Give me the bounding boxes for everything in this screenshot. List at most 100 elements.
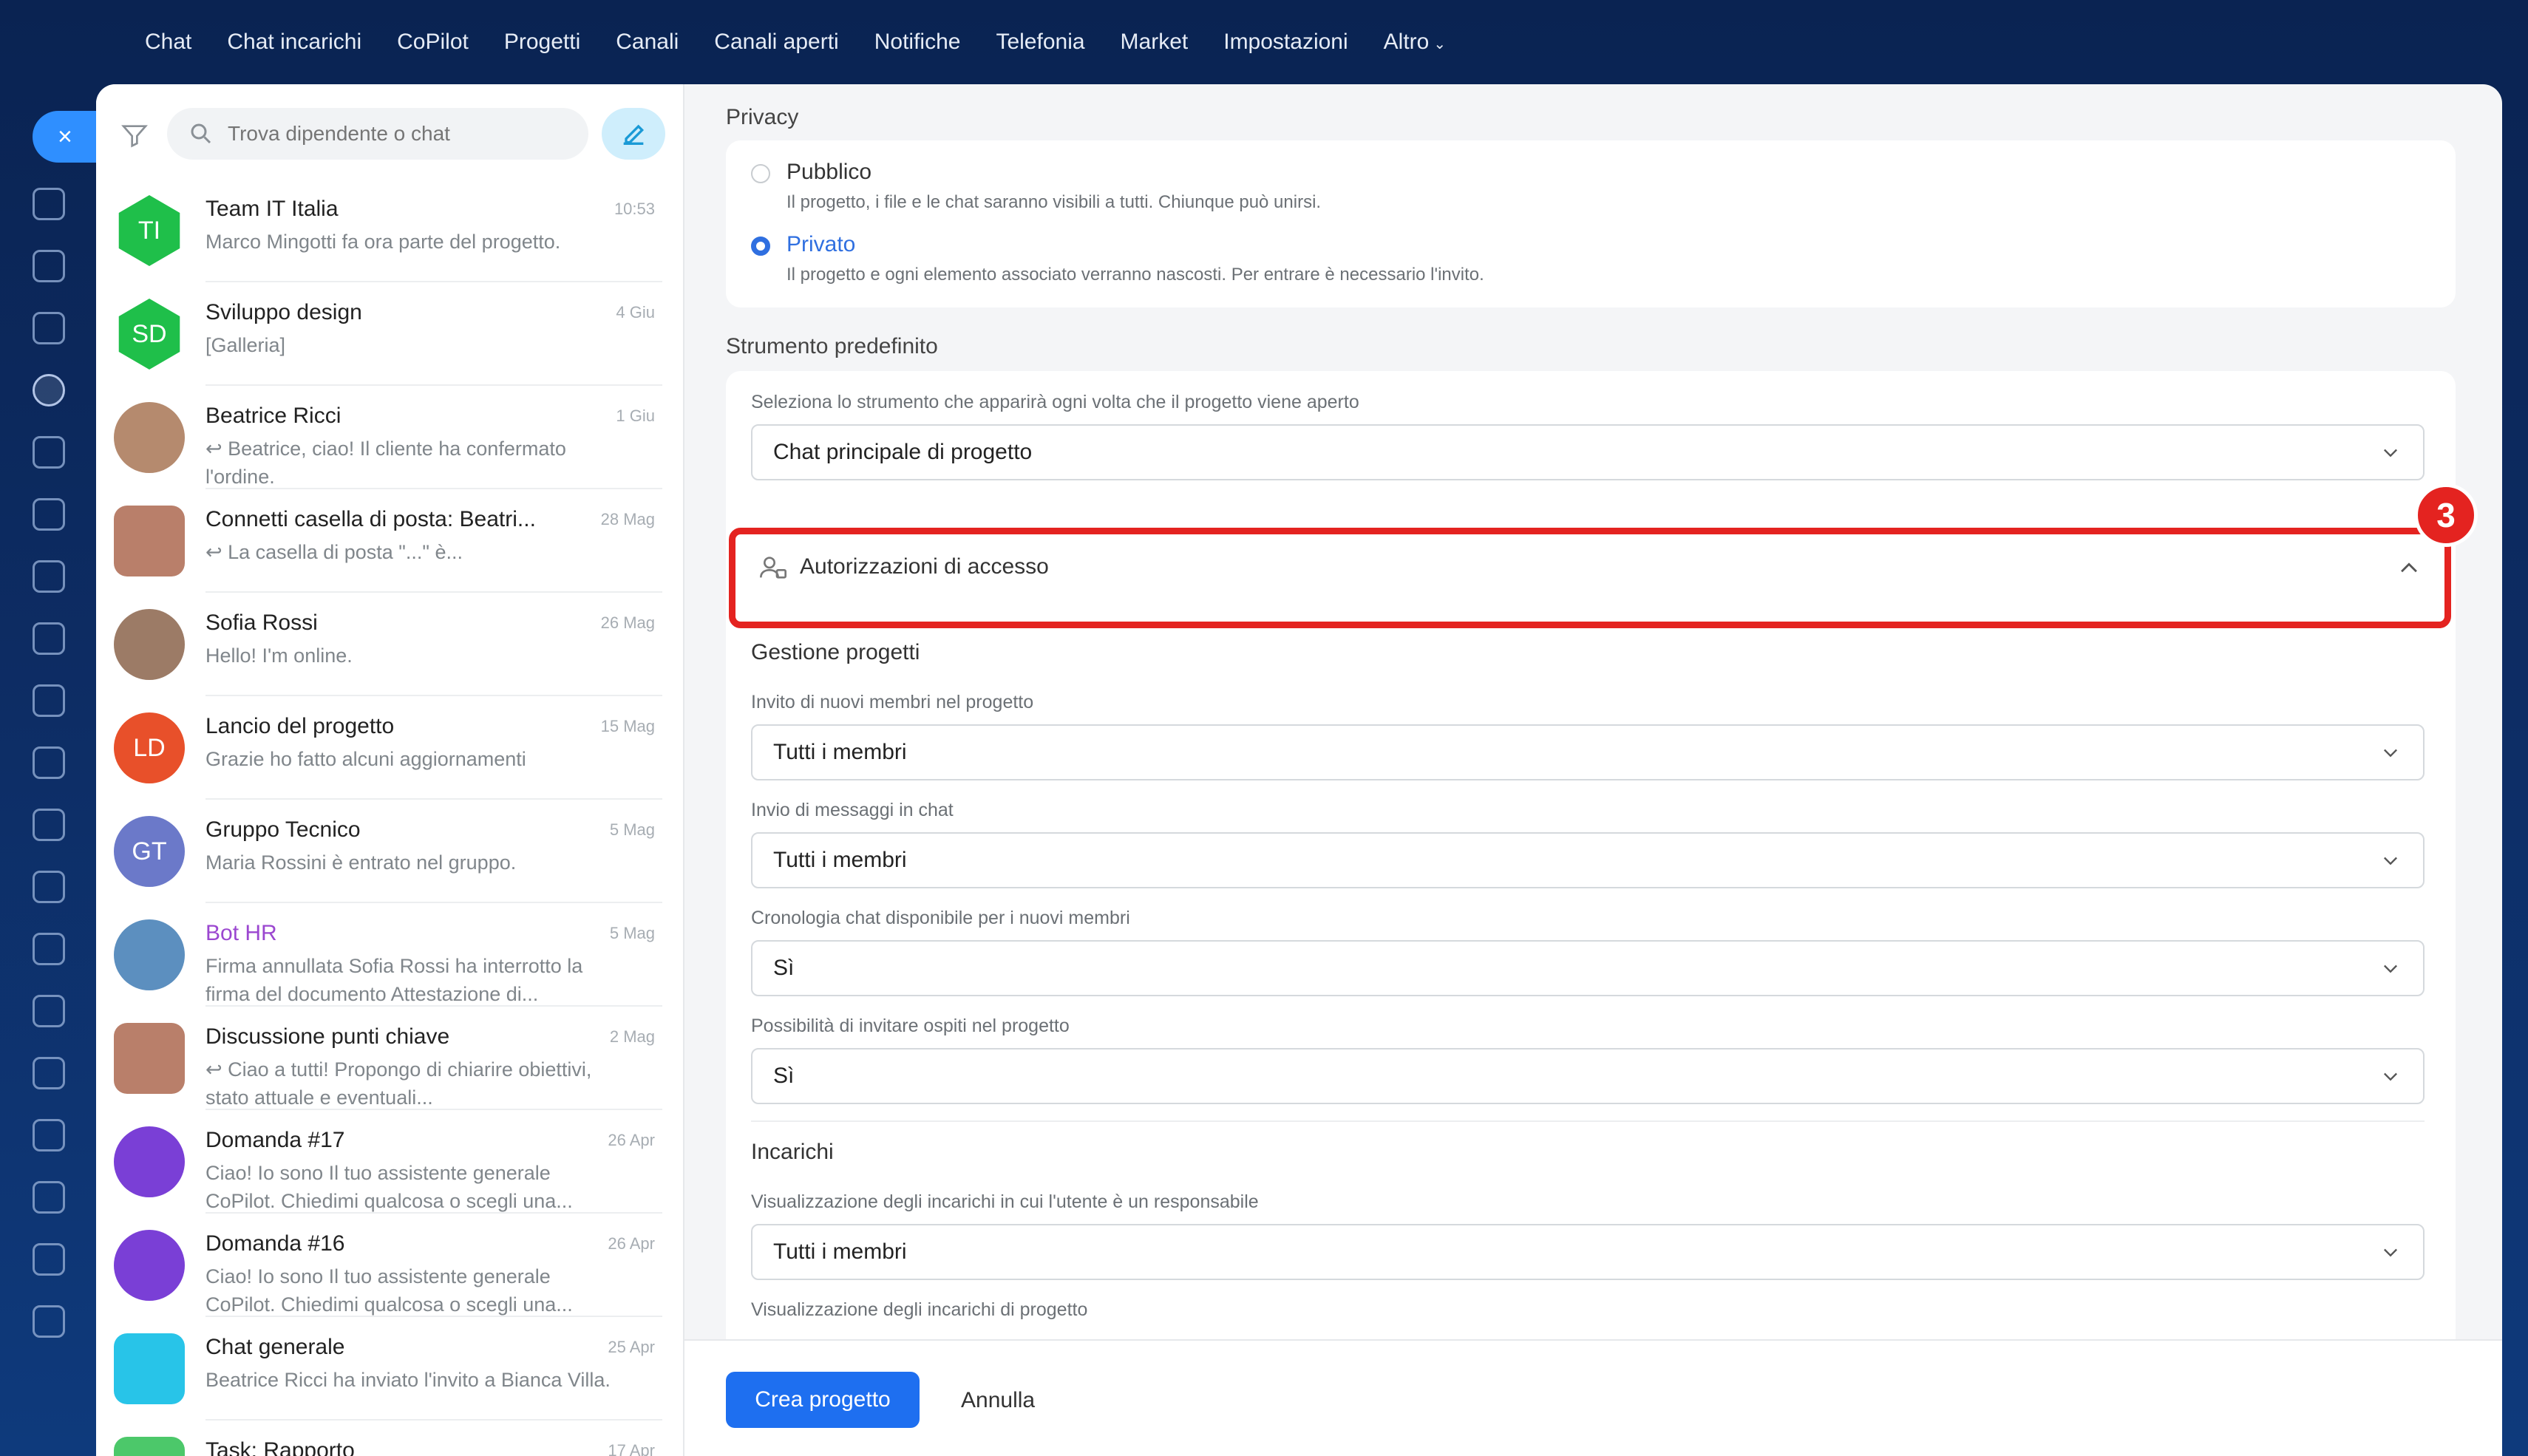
chat-time: 5 Mag	[609, 924, 655, 942]
history-select[interactable]: Sì	[751, 940, 2425, 996]
filter-icon[interactable]	[120, 121, 149, 151]
chat-list-item[interactable]: SD Sviluppo design 4 Giu [Galleria]	[96, 282, 684, 386]
chat-time: 26 Apr	[608, 1131, 655, 1149]
chat-list-item[interactable]: Task: Rapporto 17 Apr	[96, 1421, 684, 1456]
tasks-resp-label: Visualizzazione degli incarichi in cui l…	[751, 1191, 1259, 1212]
avatar	[114, 1126, 185, 1197]
nav-telefonia[interactable]: Telefonia	[996, 30, 1084, 55]
knowledge-icon[interactable]	[33, 1057, 65, 1089]
cancel-button[interactable]: Annulla	[961, 1388, 1035, 1413]
section-divider	[751, 1120, 2425, 1122]
feed-icon[interactable]	[33, 436, 65, 469]
search-row	[96, 84, 684, 179]
chat-preview: Marco Mingotti fa ora parte del progetto…	[205, 231, 561, 253]
chat-preview: Maria Rossini è entrato nel gruppo.	[205, 851, 517, 874]
privacy-title: Privacy	[726, 105, 799, 129]
top-navigation: Chat Chat incarichi CoPilot Progetti Can…	[0, 0, 2528, 84]
invite-label: Invito di nuovi membri nel progetto	[751, 692, 1034, 712]
copilot-icon[interactable]	[33, 312, 65, 344]
radio-public-label: Pubblico	[786, 160, 872, 184]
messages-label: Invio di messaggi in chat	[751, 800, 954, 820]
chat-list-item[interactable]: GT Gruppo Tecnico 5 Mag Maria Rossini è ent…	[96, 800, 684, 903]
chat-list-item[interactable]: Bot HR 5 Mag Firma annullata Sofia Rossi h…	[96, 903, 684, 1007]
chat-time: 5 Mag	[609, 820, 655, 839]
chat-list-item[interactable]: LD Lancio del progetto 15 Mag Grazie ho fat…	[96, 696, 684, 800]
history-select-value: Sì	[773, 956, 795, 980]
chat-preview: Ciao! Io sono Il tuo assistente generale…	[205, 1162, 573, 1212]
nav-progetti[interactable]: Progetti	[504, 30, 580, 55]
tasks-resp-select[interactable]: Tutti i membri	[751, 1224, 2425, 1280]
edit-icon[interactable]	[33, 1305, 65, 1338]
chat-name: Task: Rapporto	[205, 1438, 355, 1456]
privacy-card: Pubblico Il progetto, i file e le chat s…	[726, 140, 2456, 307]
avatar	[114, 1230, 185, 1301]
chat-list-item[interactable]: TI Team IT Italia 10:53 Marco Mingotti fa o…	[96, 179, 684, 282]
messages-select[interactable]: Tutti i membri	[751, 832, 2425, 888]
drive-icon[interactable]	[33, 684, 65, 717]
chat-list-item[interactable]: Domanda #17 26 Apr Ciao! Io sono Il tuo as…	[96, 1110, 684, 1214]
chat-name: Beatrice Ricci	[205, 404, 342, 428]
shop-icon[interactable]	[33, 871, 65, 903]
chat-list-item[interactable]: Connetti casella di posta: Beatri... 28 M…	[96, 489, 684, 593]
chevron-down-icon	[2384, 965, 2397, 973]
invite-select-value: Tutti i membri	[773, 740, 907, 764]
highlight-frame	[729, 528, 2451, 628]
chat-list-item[interactable]: Chat generale 25 Apr Beatrice Ricci ha inv…	[96, 1317, 684, 1421]
chat-preview: Firma annullata Sofia Rossi ha interrott…	[205, 955, 583, 1005]
projects-icon[interactable]	[33, 374, 65, 406]
guests-select[interactable]: Sì	[751, 1048, 2425, 1104]
chat-list-column: TI Team IT Italia 10:53 Marco Mingotti fa o…	[96, 84, 684, 1456]
chat-preview: Grazie ho fatto alcuni aggiornamenti	[205, 748, 526, 770]
chat-icon[interactable]	[33, 188, 65, 220]
timeman-icon[interactable]	[33, 1119, 65, 1151]
chat-preview: [Galleria]	[205, 334, 286, 356]
nav-market[interactable]: Market	[1121, 30, 1189, 55]
create-project-button[interactable]: Crea progetto	[726, 1372, 920, 1428]
sign-icon[interactable]	[33, 1243, 65, 1276]
inventory-icon[interactable]	[33, 933, 65, 965]
tool-select-value: Chat principale di progetto	[773, 440, 1033, 464]
nav-notifiche[interactable]: Notifiche	[874, 30, 961, 55]
chat-preview: ↩ Ciao a tutti! Propongo di chiarire obi…	[205, 1058, 592, 1109]
chat-time: 25 Apr	[608, 1338, 655, 1356]
avatar	[114, 1333, 185, 1404]
nav-chat-incarichi[interactable]: Chat incarichi	[227, 30, 361, 55]
avatar: LD	[114, 712, 185, 783]
avatar	[114, 1023, 185, 1094]
search-input[interactable]	[228, 122, 553, 146]
search-box[interactable]	[167, 108, 588, 160]
nav-copilot[interactable]: CoPilot	[397, 30, 469, 55]
tasks-subhead: Incarichi	[751, 1140, 834, 1164]
avatar: TI	[118, 195, 180, 266]
avatar	[114, 1437, 185, 1456]
step-badge: 3	[2414, 483, 2478, 547]
chat-time: 1 Giu	[616, 406, 655, 425]
nav-chat[interactable]: Chat	[145, 30, 191, 55]
nav-canali[interactable]: Canali	[616, 30, 679, 55]
boards-icon[interactable]	[33, 622, 65, 655]
nav-canali-aperti[interactable]: Canali aperti	[714, 30, 838, 55]
chat-list-item[interactable]: Beatrice Ricci 1 Giu ↩ Beatrice, ciao! Il …	[96, 386, 684, 489]
invite-select[interactable]: Tutti i membri	[751, 724, 2425, 780]
compose-button[interactable]	[602, 108, 665, 160]
mail-icon[interactable]	[33, 746, 65, 779]
project-form: Privacy Pubblico Il progetto, i file e l…	[684, 84, 2502, 1339]
documents-icon[interactable]	[33, 560, 65, 593]
reports-icon[interactable]	[33, 1181, 65, 1214]
chat-list-item[interactable]: Domanda #16 26 Apr Ciao! Io sono Il tuo as…	[96, 1214, 684, 1317]
crm-icon[interactable]	[33, 809, 65, 841]
calendar-icon[interactable]	[33, 498, 65, 531]
radio-public-desc: Il progetto, i file e le chat saranno vi…	[786, 192, 1322, 212]
sites-icon[interactable]	[33, 995, 65, 1027]
nav-impostazioni[interactable]: Impostazioni	[1223, 30, 1348, 55]
chat-list-item[interactable]: Discussione punti chiave 2 Mag ↩ Ciao a tu…	[96, 1007, 684, 1110]
tasks-icon[interactable]	[33, 250, 65, 282]
chat-list-item[interactable]: Sofia Rossi 26 Mag Hello! I'm online.	[96, 593, 684, 696]
nav-altro[interactable]: Altro ⌄	[1384, 30, 1446, 55]
avatar	[114, 402, 185, 473]
messages-select-value: Tutti i membri	[773, 848, 907, 872]
radio-public-dot[interactable]	[751, 164, 770, 183]
chevron-down-icon	[2384, 449, 2397, 457]
radio-private-dot[interactable]	[751, 237, 770, 256]
tool-select[interactable]: Chat principale di progetto	[751, 424, 2425, 480]
